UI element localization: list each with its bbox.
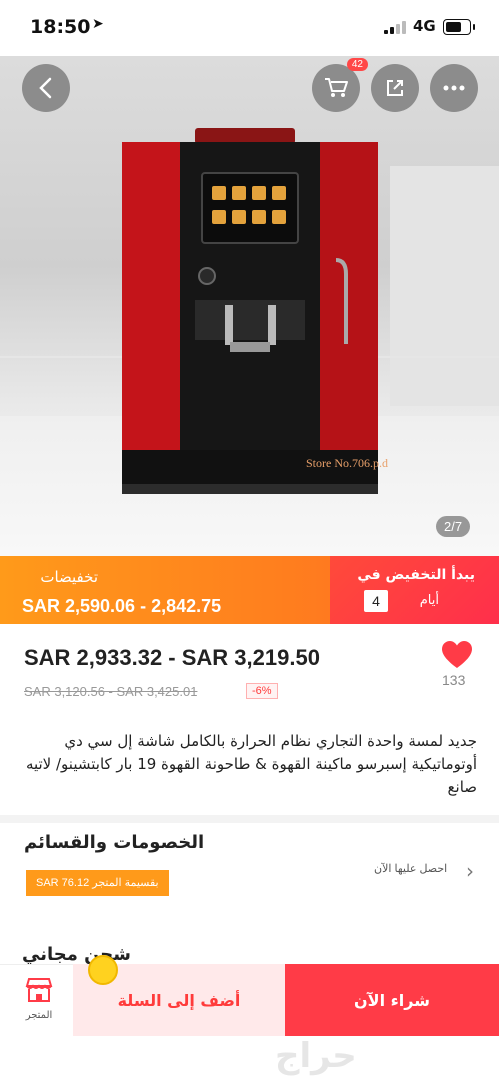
chevron-right-icon[interactable]: › xyxy=(466,859,474,883)
cart-count-badge: 42 xyxy=(346,58,368,71)
store-icon xyxy=(25,978,53,1002)
status-bar: 18:50 ➤ 4G xyxy=(0,0,499,56)
promo-label: تخفيضات xyxy=(40,568,98,586)
promo-price-range: SAR 2,590.06 - 2,842.75 xyxy=(22,596,222,616)
promo-days-label: أيام xyxy=(419,593,439,608)
product-image-gallery[interactable]: Store No.706.p.d xyxy=(0,56,499,556)
get-coupon-link[interactable]: احصل عليها الآن xyxy=(374,862,447,875)
gallery-page-indicator: 2/7 xyxy=(436,516,471,537)
cart-button[interactable]: 42 xyxy=(312,58,368,112)
store-label: المتجر xyxy=(25,1010,53,1021)
coupons-section-title: الخصومات والقسائم xyxy=(24,832,205,853)
section-divider xyxy=(0,815,499,823)
original-price: SAR 3,120.56 - SAR 3,425.01 xyxy=(24,684,198,699)
promo-days-count: 4 xyxy=(364,590,388,612)
coffee-machine-image xyxy=(122,128,378,494)
wishlist-count: 133 xyxy=(442,672,466,688)
back-button[interactable] xyxy=(22,64,70,112)
buy-now-button[interactable]: شراء الآن xyxy=(285,964,499,1036)
promo-starts-label: يبدأ التخفيض في xyxy=(357,567,475,583)
share-icon xyxy=(387,80,403,96)
coin-icon[interactable] xyxy=(88,955,118,985)
chevron-left-icon xyxy=(39,77,52,99)
discount-badge: -6% xyxy=(246,683,278,699)
product-price: SAR 2,933.32 - SAR 3,219.50 xyxy=(24,645,320,670)
store-coupon-badge[interactable]: SAR 76.12 بقسيمة المتجر xyxy=(26,870,169,896)
network-type: 4G xyxy=(413,17,436,35)
store-watermark: Store No.706.p.d xyxy=(306,456,388,470)
status-time: 18:50 xyxy=(30,16,91,38)
haraj-logo: حراج xyxy=(275,1036,357,1076)
signal-icon xyxy=(384,20,408,34)
product-title: جديد لمسة واحدة التجاري نظام الحرارة بال… xyxy=(25,732,477,796)
more-options-button[interactable] xyxy=(430,64,478,112)
battery-icon xyxy=(443,19,475,35)
share-button[interactable] xyxy=(371,64,419,112)
location-arrow-icon: ➤ xyxy=(92,16,104,32)
sale-promo-banner: تخفيضات SAR 2,590.06 - 2,842.75 يبدأ الت… xyxy=(0,556,499,624)
cart-icon xyxy=(325,78,348,97)
more-icon xyxy=(443,85,465,91)
wishlist-heart-icon[interactable] xyxy=(440,640,474,670)
store-button[interactable]: المتجر xyxy=(18,976,60,1021)
footer-watermark-area: حراج xyxy=(0,1036,499,1080)
